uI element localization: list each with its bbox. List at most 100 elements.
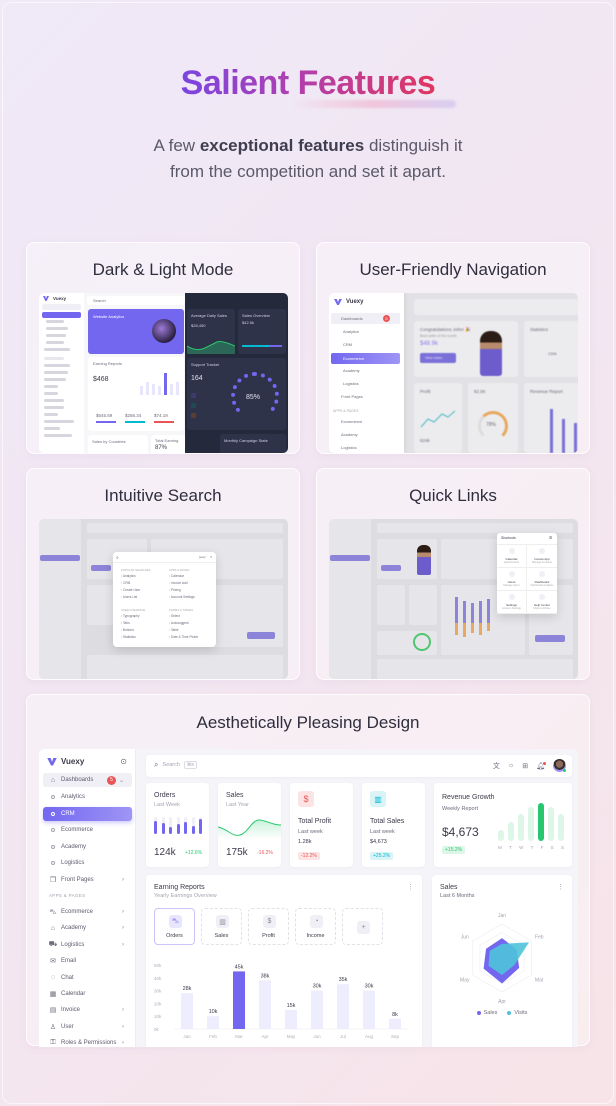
feature-card-quick-links: Quick Links Shortcuts ⊞ CalendarAppointm…: [316, 468, 590, 680]
tab-income[interactable]: ◔Income: [295, 908, 336, 945]
weekday-label: T: [509, 845, 512, 850]
subtitle-bold: exceptional features: [200, 136, 364, 155]
search-input[interactable]: ⌕Search⌘K: [154, 760, 197, 770]
close-icon[interactable]: ×: [210, 554, 212, 559]
add-shortcut-icon[interactable]: ⊞: [549, 535, 552, 540]
shortcuts-grid-icon[interactable]: ⊞: [522, 762, 528, 770]
revenue-growth-bar: [548, 807, 554, 841]
sales-radar-chart: JanFebMarAprMayJun: [432, 903, 572, 1013]
sidebar-item-crm[interactable]: CRM: [43, 807, 132, 821]
nav-app-ecommerce[interactable]: Ecommerce: [341, 419, 362, 424]
search-suggestion[interactable]: ▫ Select: [169, 614, 180, 618]
orders-change: +12.6%: [182, 849, 205, 857]
more-options-icon[interactable]: ⋮: [407, 883, 414, 891]
shortcut-icon: [539, 594, 545, 600]
shortcut-calendar[interactable]: CalendarAppointments: [497, 545, 527, 568]
sidebar-item-roles-permissions[interactable]: ⚿Roles & Permissions›: [43, 1036, 132, 1047]
search-suggestion[interactable]: ▫ Account Settings: [169, 595, 195, 599]
widget-title: Total Sales: [370, 818, 404, 825]
shortcut-invoice-app[interactable]: Invoice AppManage Accounts: [527, 545, 557, 568]
nav-dashboards[interactable]: Dashboards5: [331, 313, 400, 324]
search-suggestion[interactable]: ▫ Invoice Add: [169, 581, 188, 585]
sidebar-item-academy[interactable]: Academy: [43, 840, 132, 854]
radar-legend: SalesVisits: [432, 1010, 572, 1016]
bar-chart-icon: ▥: [370, 791, 386, 807]
search-suggestion[interactable]: ▫ Create User: [121, 588, 140, 592]
x-tick-label: Jan: [183, 1034, 191, 1039]
search-suggestion[interactable]: ▫ Statistics: [121, 635, 136, 639]
circle-icon: [51, 845, 55, 849]
sidebar-item-logistics[interactable]: Logistics: [43, 856, 132, 870]
nav-item-academy[interactable]: Academy: [343, 368, 360, 373]
search-suggestion[interactable]: ▫ Autosuggest: [169, 621, 189, 625]
y-tick-label: 20k: [154, 1001, 162, 1006]
sidebar-item-academy[interactable]: ⌂Academy›: [43, 921, 132, 935]
sidebar-item-invoice[interactable]: ▤Invoice›: [43, 1003, 132, 1017]
nav-item-logistics[interactable]: Logistics: [343, 381, 359, 386]
sidebar-item-chat[interactable]: ◌Chat: [43, 971, 132, 985]
chevron-right-icon: ›: [122, 909, 124, 915]
theme-sun-icon[interactable]: ☼: [508, 762, 514, 769]
sidebar-item-ecommerce[interactable]: ⛍Ecommerce›: [43, 905, 132, 919]
circle-icon: [51, 812, 55, 816]
search-suggestion[interactable]: ▫ Buttons: [121, 628, 134, 632]
sidebar-item-analytics[interactable]: Analytics: [43, 790, 132, 804]
sidebar-item-calendar[interactable]: ▦Calendar: [43, 987, 132, 1001]
invoice-icon: ▤: [49, 1006, 57, 1014]
notification-bell-icon[interactable]: 🔔︎: [536, 762, 545, 770]
shortcut-dashboard[interactable]: DashboardDashboard Analytics: [527, 568, 557, 591]
weekday-label: F: [541, 845, 544, 850]
sidebar-item-ecommerce[interactable]: Ecommerce: [43, 823, 132, 837]
bar-mar: [233, 971, 245, 1029]
search-suggestion[interactable]: ▫ Users List: [121, 595, 137, 599]
search-suggestion[interactable]: ▫ CRM: [121, 581, 130, 585]
shortcut-help-center[interactable]: Help CenterFAQs & Articles: [527, 591, 557, 614]
more-options-icon[interactable]: ⋮: [557, 883, 564, 891]
translate-icon[interactable]: 文: [493, 761, 500, 771]
nav-app-logistics[interactable]: Logistics: [341, 445, 357, 450]
sidebar-item-logistics[interactable]: ⛟Logistics›: [43, 938, 132, 952]
widget-title: Total Profit: [298, 818, 331, 825]
bar-data-label: 45k: [235, 964, 244, 970]
nav-item-analytics[interactable]: Analytics: [343, 329, 359, 334]
nav-app-academy[interactable]: Academy: [341, 432, 358, 437]
user-avatar[interactable]: [553, 759, 566, 772]
nav-item-ecommerce-active[interactable]: Ecommerce: [331, 353, 400, 364]
search-suggestion[interactable]: ▫ Date & Time Picker: [169, 635, 198, 639]
nav-item-crm[interactable]: CRM: [343, 342, 352, 347]
legend-dot: [477, 1011, 481, 1015]
weekday-label: M: [498, 845, 502, 850]
feature-title: Dark & Light Mode: [27, 260, 299, 280]
search-suggestion[interactable]: ▫ Typography: [121, 614, 140, 618]
sidebar-item-email[interactable]: ✉Email: [43, 954, 132, 968]
weekday-label: S: [551, 845, 554, 850]
search-suggestion[interactable]: ▫ Table: [169, 628, 179, 632]
search-suggestion[interactable]: ▫ Analytics: [121, 574, 136, 578]
shortcut-users[interactable]: UsersManage Users: [497, 568, 527, 591]
feature-title: Quick Links: [317, 486, 589, 506]
add-tab-button[interactable]: +: [342, 908, 383, 945]
tab-label: Orders: [155, 933, 194, 939]
tab-profit[interactable]: $Profit: [248, 908, 289, 945]
brand-logo: Vuexy: [43, 296, 66, 301]
search-icon: ⌕: [116, 555, 119, 561]
sidebar-item-dashboards[interactable]: ⌂Dashboards 5 ⌄: [43, 773, 132, 787]
sidebar-item-user[interactable]: ♙User›: [43, 1020, 132, 1034]
radar-axis-label: Jun: [461, 935, 469, 941]
search-suggestion[interactable]: ▫ Tabs: [121, 621, 130, 625]
bar-data-label: 10k: [209, 1009, 218, 1015]
search-suggestion[interactable]: ▫ Calendar: [169, 574, 184, 578]
earning-reports-widget: Earning Reports $468 $545.69 $256.34 $74…: [88, 357, 184, 431]
sales-value: 175k: [226, 847, 248, 858]
shortcut-settings[interactable]: SettingsAccount Settings: [497, 591, 527, 614]
legend-dot: [507, 1011, 511, 1015]
mail-icon: ✉: [49, 957, 57, 965]
tab-sales[interactable]: ▥Sales: [201, 908, 242, 945]
tab-orders[interactable]: ⛍Orders: [154, 908, 195, 945]
chevron-right-icon: ›: [122, 1024, 124, 1030]
search-suggestion[interactable]: ▫ Pricing: [169, 588, 181, 592]
widget-title: Sales: [440, 884, 458, 891]
nav-item-front-pages[interactable]: Front Pages: [341, 394, 363, 399]
sidebar-item-front-pages[interactable]: ❐Front Pages›: [43, 873, 132, 887]
collapse-sidebar-icon[interactable]: ⊙: [120, 757, 127, 766]
